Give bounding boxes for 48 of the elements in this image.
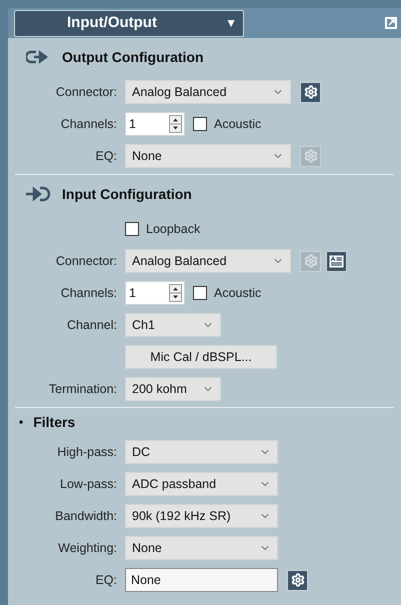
dropdown[interactable]: Ch1 (125, 313, 221, 337)
pop-out-icon[interactable] (385, 17, 397, 29)
dropdown[interactable]: Analog Balanced (125, 80, 291, 104)
section-title: Input Configuration (62, 184, 192, 204)
dropdown[interactable]: ADC passband (125, 472, 278, 496)
settings-icon (290, 573, 304, 587)
field-label: Termination: (48, 380, 117, 398)
field-label: Channels: (60, 284, 117, 302)
settings-icon (304, 254, 318, 268)
section-title: Output Configuration (62, 48, 204, 67)
mic-cal-button[interactable]: Mic Cal / dBSPL... (125, 345, 277, 369)
field-label: EQ: (95, 148, 117, 165)
dropdown[interactable]: None (125, 536, 278, 560)
settings-icon (304, 85, 318, 99)
settings-button[interactable] (287, 570, 308, 590)
field-label: Weighting: (58, 540, 117, 557)
input-icon (26, 186, 52, 202)
field-label: Connector: (56, 252, 117, 270)
section-title: Filters (33, 412, 76, 432)
dropdown[interactable]: None (125, 144, 291, 168)
text-field[interactable]: None (125, 568, 278, 592)
checkbox-label: Acoustic (214, 116, 262, 133)
stepper-arrows-icon (169, 115, 182, 133)
field-label: Connector: (56, 84, 117, 101)
checkbox[interactable] (125, 222, 139, 236)
dropdown[interactable]: DC (125, 440, 278, 464)
dropdown[interactable]: 200 kohm (125, 377, 221, 401)
checkbox-label: Loopback (146, 220, 200, 238)
document-icon (329, 254, 344, 268)
settings-icon (304, 149, 318, 163)
stepper-arrows-icon (169, 284, 182, 302)
settings-button[interactable] (300, 82, 321, 102)
field-label: High-pass: (57, 444, 117, 461)
field-label: EQ: (95, 572, 117, 589)
field-label: Channel: (66, 316, 117, 334)
text-view-button[interactable] (326, 250, 347, 272)
checkbox[interactable] (193, 117, 207, 131)
number-spinner[interactable]: 1 (125, 112, 185, 136)
field-label: Channels: (60, 116, 117, 133)
bullet: • (19, 414, 24, 431)
field-label: Low-pass: (60, 476, 117, 493)
checkbox-label: Acoustic (214, 284, 262, 302)
dropdown[interactable]: Analog Balanced (125, 249, 291, 273)
dropdown[interactable]: 90k (192 kHz SR) (125, 504, 278, 528)
number-spinner[interactable]: 1 (125, 281, 185, 305)
checkbox[interactable] (193, 286, 207, 300)
field-label: Bandwidth: (55, 508, 117, 525)
panel-dropdown[interactable]: Input/Output ▼ (14, 10, 244, 36)
